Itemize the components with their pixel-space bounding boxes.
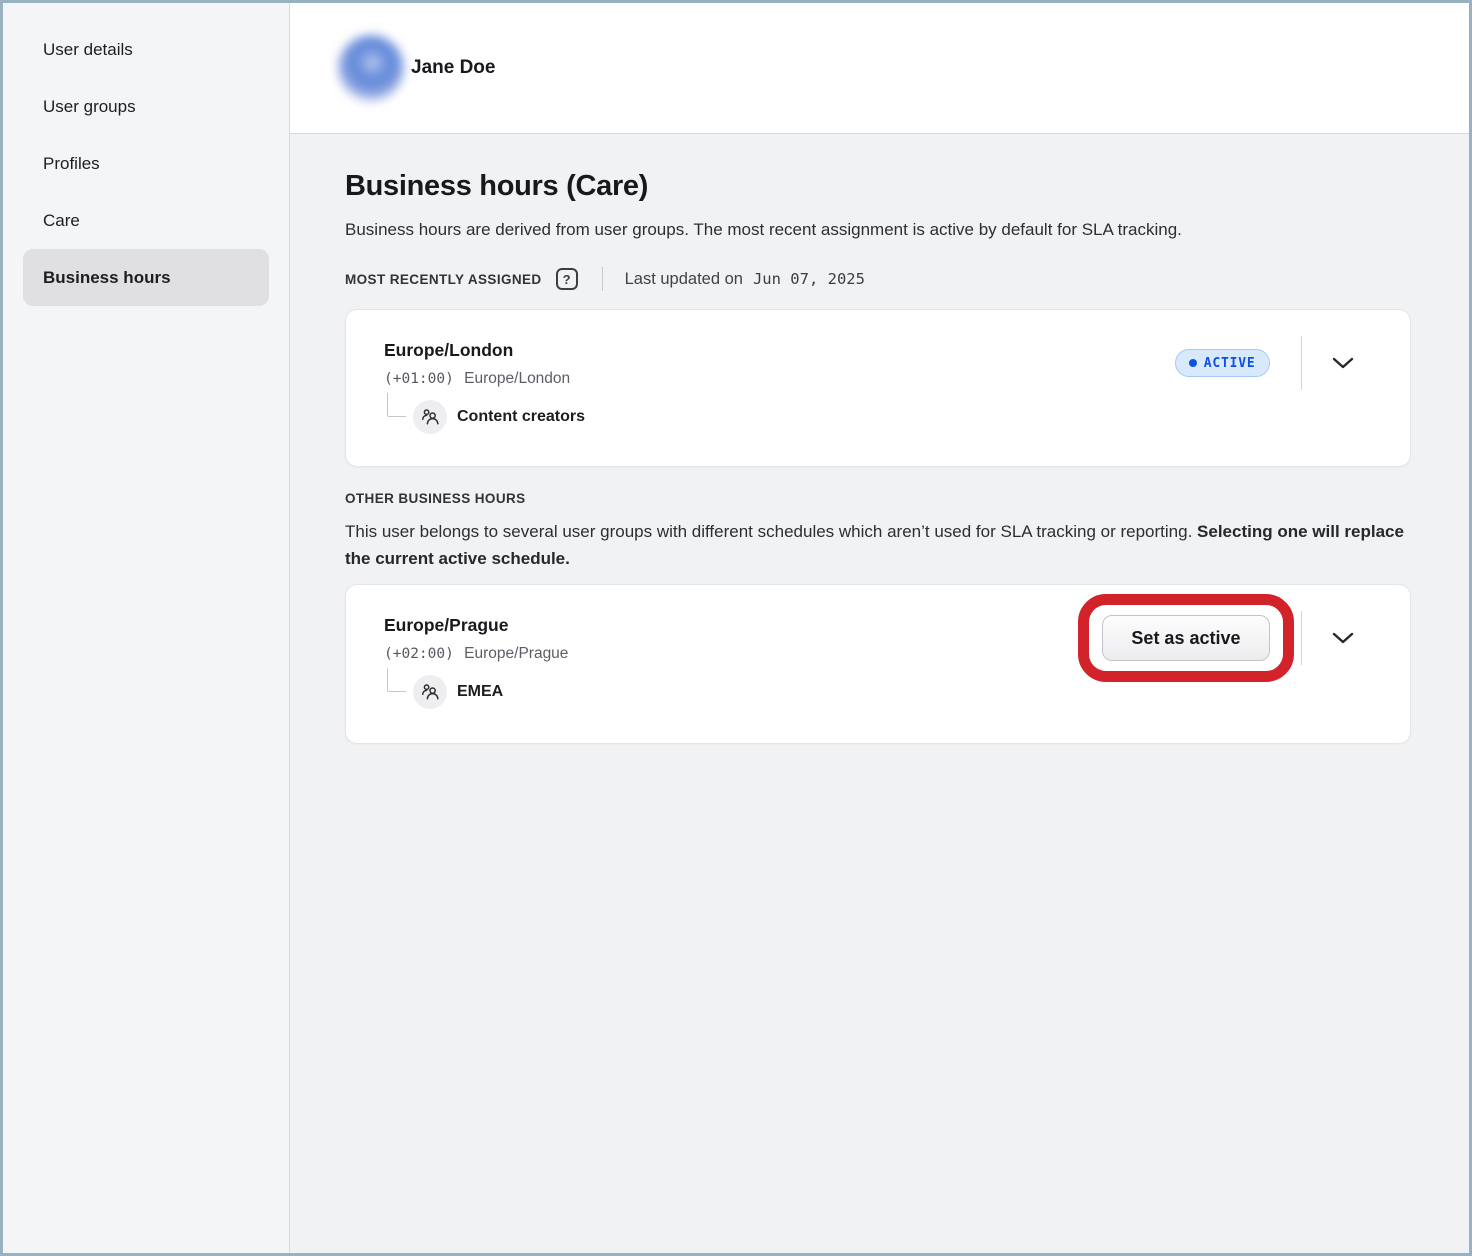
app-window: User details User groups Profiles Care B… (0, 0, 1472, 1256)
sidebar-item-user-groups[interactable]: User groups (23, 78, 269, 135)
sidebar-item-care[interactable]: Care (23, 192, 269, 249)
set-as-active-button[interactable]: Set as active (1102, 615, 1269, 661)
sidebar-item-label: Care (43, 211, 80, 231)
meta-divider (602, 267, 603, 291)
sidebar-item-label: Profiles (43, 154, 100, 174)
card-controls: Set as active (1102, 611, 1410, 665)
status-badge-label: ACTIVE (1204, 356, 1256, 371)
user-group-icon (413, 675, 447, 709)
other-hours-label: OTHER BUSINESS HOURS (345, 491, 526, 506)
user-header: Jane Doe (290, 3, 1469, 134)
status-dot-icon (1189, 359, 1197, 367)
expand-schedule-button[interactable] (1328, 628, 1358, 648)
controls-divider (1301, 611, 1303, 665)
status-badge: ACTIVE (1175, 349, 1270, 377)
last-updated-label: Last updated on (625, 270, 743, 289)
main-panel: Jane Doe Business hours (Care) Business … (290, 3, 1469, 1253)
tree-connector (387, 393, 406, 417)
sidebar-item-profiles[interactable]: Profiles (23, 135, 269, 192)
timezone-region: Europe/London (464, 370, 570, 387)
timezone-region: Europe/Prague (464, 645, 568, 662)
sidebar-item-business-hours[interactable]: Business hours (23, 249, 269, 306)
group-row: Content creators (384, 400, 1410, 434)
recently-assigned-label: MOST RECENTLY ASSIGNED (345, 272, 542, 287)
user-group-icon (413, 400, 447, 434)
group-row: EMEA (384, 675, 1410, 709)
page-description: Business hours are derived from user gro… (345, 217, 1345, 243)
avatar (338, 35, 404, 101)
timezone-offset: (+02:00) (384, 646, 454, 662)
last-updated: Last updated on Jun 07, 2025 (625, 270, 865, 289)
group-name: EMEA (457, 683, 503, 701)
page-title: Business hours (Care) (345, 170, 1469, 203)
last-updated-date: Jun 07, 2025 (753, 270, 865, 288)
controls-divider (1301, 336, 1303, 390)
other-hours-row: OTHER BUSINESS HOURS (345, 491, 1469, 506)
sidebar-item-label: User groups (43, 97, 136, 117)
sidebar-item-label: User details (43, 40, 133, 60)
tree-connector (387, 668, 406, 692)
recently-assigned-row: MOST RECENTLY ASSIGNED ? Last updated on… (345, 267, 1469, 291)
other-hours-description-regular: This user belongs to several user groups… (345, 522, 1197, 541)
set-active-wrap: Set as active (1102, 615, 1269, 661)
user-name: Jane Doe (411, 57, 495, 79)
expand-schedule-button[interactable] (1328, 353, 1358, 373)
sidebar-item-user-details[interactable]: User details (23, 21, 269, 78)
settings-sidebar: User details User groups Profiles Care B… (3, 3, 290, 1253)
chevron-down-icon (1332, 357, 1354, 369)
other-hours-description: This user belongs to several user groups… (345, 519, 1405, 572)
card-controls: ACTIVE (1175, 336, 1410, 390)
sidebar-item-label: Business hours (43, 268, 171, 288)
page-content: Business hours (Care) Business hours are… (290, 134, 1469, 744)
other-schedule-card: Europe/Prague (+02:00) Europe/Prague (345, 584, 1411, 744)
group-name: Content creators (457, 408, 585, 426)
active-schedule-card: Europe/London (+01:00) Europe/London (345, 309, 1411, 467)
timezone-offset: (+01:00) (384, 371, 454, 387)
help-icon[interactable]: ? (556, 268, 578, 290)
chevron-down-icon (1332, 632, 1354, 644)
